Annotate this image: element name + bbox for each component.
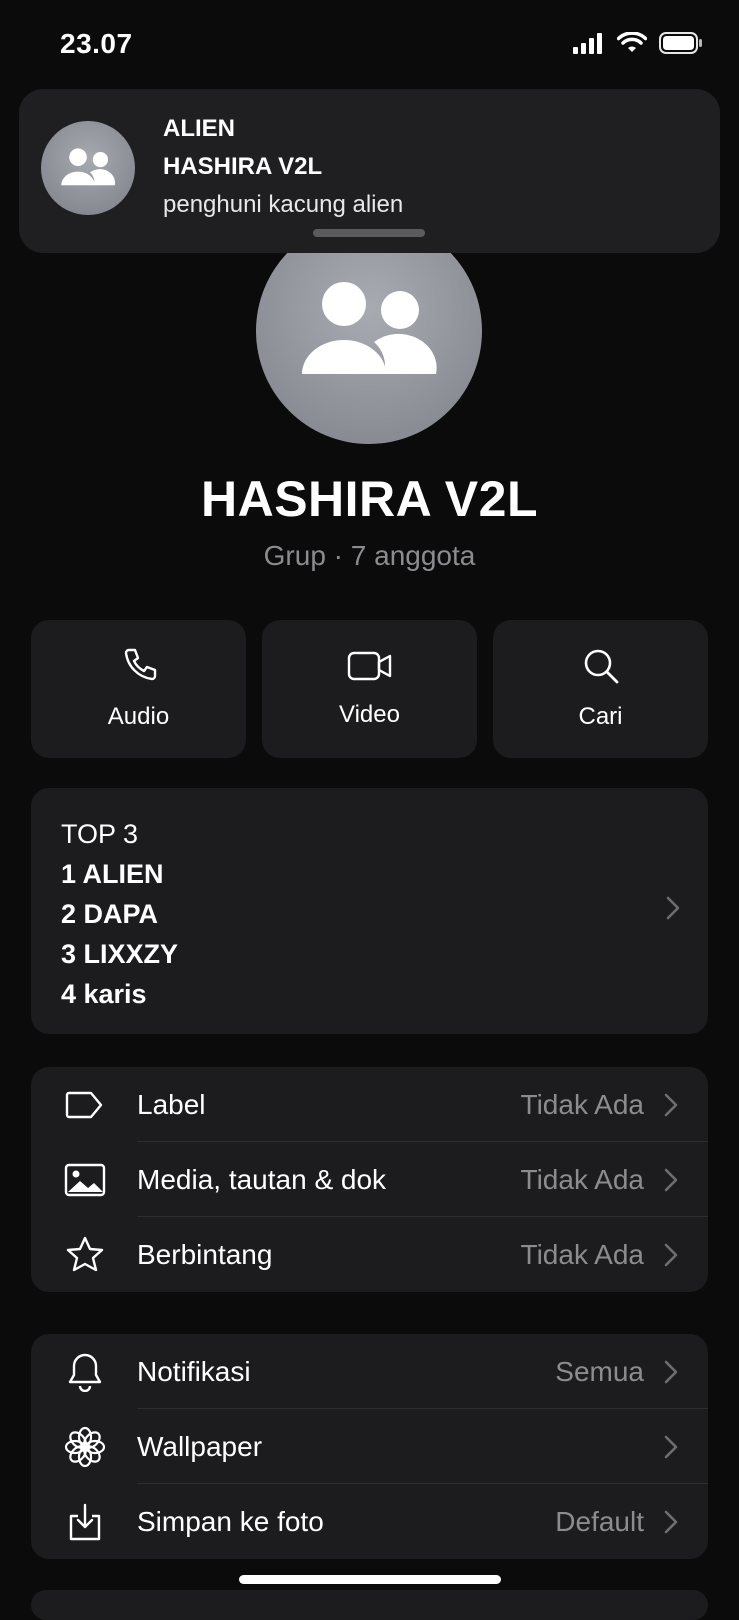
battery-icon — [659, 32, 702, 54]
group-people-icon — [302, 282, 437, 374]
description-line: 3 LIXXZY — [61, 939, 179, 969]
save-to-photos-row-label: Simpan ke foto — [137, 1505, 324, 1537]
description-line: 1 ALIEN — [61, 859, 164, 889]
phone-icon — [124, 648, 156, 681]
notifications-row[interactable]: Notifikasi Semua — [31, 1334, 708, 1409]
video-icon — [347, 651, 391, 681]
chevron-right-icon — [666, 896, 680, 920]
notifications-row-value: Semua — [555, 1355, 644, 1387]
star-icon — [63, 1233, 107, 1277]
notification-avatar — [41, 121, 135, 215]
label-row[interactable]: Label Tidak Ada — [31, 1067, 708, 1142]
search-label: Cari — [578, 703, 623, 730]
chevron-right-icon — [664, 1168, 678, 1191]
group-people-icon — [61, 148, 116, 186]
save-download-icon — [63, 1500, 107, 1544]
description-line: 2 DAPA — [61, 899, 159, 929]
status-time: 23.07 — [60, 28, 133, 59]
home-indicator[interactable] — [239, 1575, 501, 1584]
notification-sender: ALIEN — [163, 115, 235, 142]
notification-group: HASHIRA V2L — [163, 153, 323, 180]
starred-row-value: Tidak Ada — [520, 1238, 644, 1270]
save-to-photos-row-value: Default — [555, 1505, 644, 1537]
banner-grab-handle[interactable] — [313, 229, 425, 237]
group-subtitle[interactable]: Grup · 7 anggota — [0, 540, 739, 572]
flower-icon — [63, 1425, 107, 1469]
media-settings-group: Label Tidak Ada Media, tautan & dok Tida… — [31, 1067, 708, 1292]
starred-row-label: Berbintang — [137, 1238, 273, 1270]
group-name: HASHIRA V2L — [200, 471, 539, 527]
chevron-right-icon — [664, 1093, 678, 1116]
image-icon — [63, 1158, 107, 1202]
group-description-card[interactable]: TOP 3 1 ALIEN 2 DAPA 3 LIXXZY 4 karis — [31, 788, 708, 1034]
label-row-label: Label — [137, 1088, 206, 1120]
status-icons — [573, 32, 703, 54]
wallpaper-row-label: Wallpaper — [137, 1430, 263, 1462]
notification-banner[interactable]: ALIEN HASHIRA V2L penghuni kacung alien — [19, 89, 720, 253]
label-row-value: Tidak Ada — [520, 1088, 644, 1120]
chevron-right-icon — [664, 1435, 678, 1458]
media-row-label: Media, tautan & dok — [137, 1163, 387, 1195]
bell-icon — [63, 1350, 107, 1394]
next-settings-group — [31, 1590, 708, 1620]
starred-row[interactable]: Berbintang Tidak Ada — [31, 1217, 708, 1292]
video-label: Video — [339, 701, 400, 728]
wallpaper-row[interactable]: Wallpaper — [31, 1409, 708, 1484]
label-tag-icon — [63, 1083, 107, 1127]
media-row[interactable]: Media, tautan & dok Tidak Ada — [31, 1142, 708, 1217]
description-title: TOP 3 — [61, 819, 139, 849]
audio-call-button[interactable]: Audio — [31, 620, 246, 758]
signal-icon — [573, 33, 602, 54]
media-row-value: Tidak Ada — [520, 1163, 644, 1195]
chevron-right-icon — [664, 1360, 678, 1383]
video-call-button[interactable]: Video — [262, 620, 477, 758]
chevron-right-icon — [664, 1510, 678, 1533]
search-button[interactable]: Cari — [493, 620, 708, 758]
save-to-photos-row[interactable]: Simpan ke foto Default — [31, 1484, 708, 1559]
notifications-row-label: Notifikasi — [137, 1355, 251, 1387]
notification-message: penghuni kacung alien — [163, 191, 404, 218]
description-line: 4 karis — [61, 979, 147, 1009]
search-icon — [584, 649, 618, 684]
chevron-right-icon — [664, 1243, 678, 1266]
wifi-icon — [617, 32, 647, 52]
preferences-settings-group: Notifikasi Semua Wallpaper Simpan ke fot… — [31, 1334, 708, 1559]
audio-label: Audio — [107, 703, 170, 730]
